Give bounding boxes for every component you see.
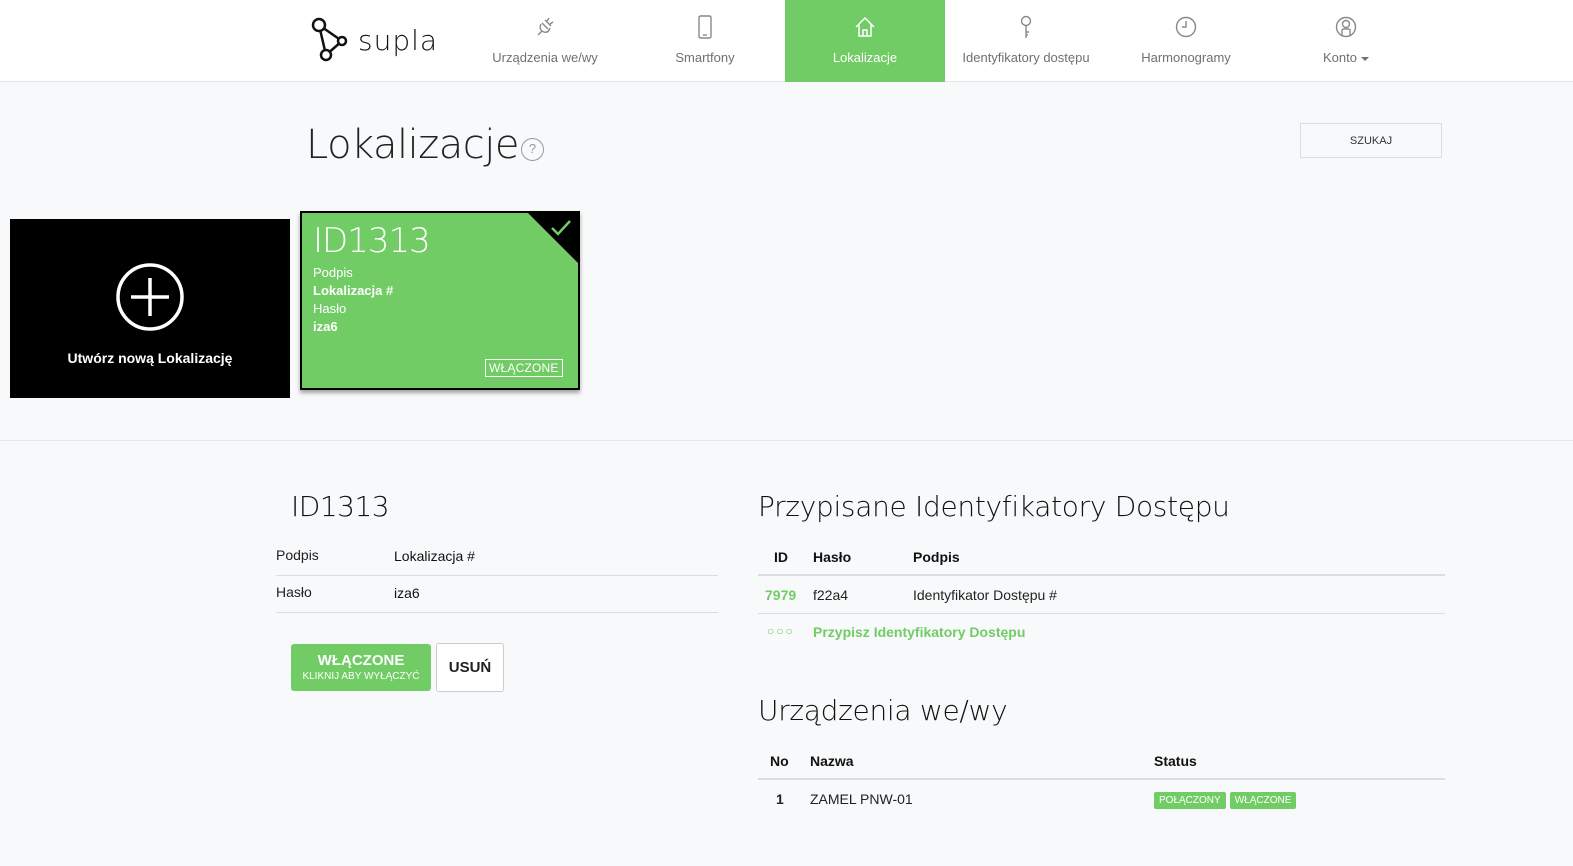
assign-access-ids-link[interactable]: Przypisz Identyfikatory Dostępu	[813, 624, 1025, 640]
status-badge: WŁĄCZONE	[485, 359, 563, 377]
brand-name: supla	[358, 23, 439, 57]
toggle-enabled-button[interactable]: WŁĄCZONE KLIKNIJ ABY WYŁĄCZYĆ	[291, 644, 431, 691]
col-status: Status	[1154, 753, 1197, 769]
create-location-tile[interactable]: Utwórz nową Lokalizację	[10, 219, 290, 398]
toggle-label: WŁĄCZONE	[317, 652, 405, 669]
create-location-label: Utwórz nową Lokalizację	[67, 350, 233, 366]
toggle-hint: KLIKNIJ ABY WYŁĄCZYĆ	[302, 671, 420, 682]
device-no: 1	[776, 791, 784, 807]
password-value: iza6	[313, 319, 338, 334]
nav-label: Harmonogramy	[1141, 50, 1231, 65]
more-dots-icon: ○○○	[767, 624, 795, 638]
detail-row-caption: Podpis Lokalizacja #	[276, 539, 718, 576]
status-badge-enabled: WŁĄCZONE	[1229, 792, 1297, 809]
nav-label: Urządzenia we/wy	[492, 50, 598, 65]
user-icon	[1335, 16, 1357, 38]
device-status: POŁĄCZONY WŁĄCZONE	[1154, 790, 1300, 809]
detail-row-password: Hasło iza6	[276, 576, 718, 613]
nav-item-account[interactable]: Konto	[1266, 0, 1426, 82]
nav-item-access-ids[interactable]: Identyfikatory dostępu	[946, 0, 1106, 82]
devices-header: No Nazwa Status	[758, 743, 1445, 780]
delete-button[interactable]: USUŃ	[436, 643, 504, 692]
location-id: ID1313	[313, 221, 431, 261]
device-name[interactable]: ZAMEL PNW-01	[810, 791, 913, 807]
col-caption: Podpis	[913, 549, 960, 565]
table-row[interactable]: 1 ZAMEL PNW-01 POŁĄCZONY WŁĄCZONE	[758, 781, 1445, 818]
detail-title: ID1313	[291, 490, 390, 523]
access-id-link[interactable]: 7979	[765, 587, 796, 603]
page-title: Lokalizacje	[306, 122, 519, 168]
caption-label: Podpis	[313, 265, 353, 280]
access-ids-title: Przypisane Identyfikatory Dostępu	[758, 490, 1230, 523]
devices-title: Urządzenia we/wy	[758, 694, 1008, 727]
home-icon	[855, 16, 875, 37]
assign-row: ○○○ Przypisz Identyfikatory Dostępu	[758, 614, 1445, 651]
nav-label: Lokalizacje	[832, 50, 898, 65]
detail-value[interactable]: iza6	[394, 585, 420, 601]
nav-item-schedules[interactable]: Harmonogramy	[1106, 0, 1266, 82]
col-no: No	[770, 753, 789, 769]
status-badge-connected: POŁĄCZONY	[1154, 792, 1226, 809]
search-button[interactable]: SZUKAJ	[1300, 123, 1442, 158]
access-caption: Identyfikator Dostępu #	[913, 587, 1057, 603]
nav-item-smartphones[interactable]: Smartfony	[625, 0, 785, 82]
col-name: Nazwa	[810, 753, 854, 769]
plus-circle-icon	[116, 263, 184, 331]
navbar: supla Urządzenia we/wy Smartfony Lokaliz…	[0, 0, 1573, 82]
plug-icon	[537, 17, 554, 36]
supla-logo-icon	[311, 17, 348, 62]
detail-value[interactable]: Lokalizacja #	[394, 548, 475, 564]
key-icon	[1020, 15, 1032, 38]
nav-label-account: Konto	[1323, 50, 1369, 65]
help-icon[interactable]: ?	[521, 138, 544, 161]
password-label: Hasło	[313, 301, 347, 316]
access-ids-header: ID Hasło Podpis	[758, 539, 1445, 576]
nav-label: Identyfikatory dostępu	[962, 50, 1090, 65]
table-row[interactable]: 7979 f22a4 Identyfikator Dostępu #	[758, 577, 1445, 614]
access-password: f22a4	[813, 587, 849, 603]
smartphone-icon	[698, 15, 712, 39]
clock-icon	[1175, 16, 1197, 38]
location-tile[interactable]: ID1313 Podpis Lokalizacja # Hasło iza6 W…	[300, 211, 580, 390]
logo[interactable]: supla	[310, 17, 438, 63]
col-id: ID	[774, 549, 788, 565]
nav-item-locations[interactable]: Lokalizacje	[785, 0, 945, 82]
nav-label: Smartfony	[675, 50, 735, 65]
checkmark-icon	[551, 220, 571, 236]
detail-label: Podpis	[276, 547, 319, 563]
col-password: Hasło	[813, 549, 852, 565]
section-divider	[0, 440, 1573, 441]
chevron-down-icon	[1360, 56, 1369, 61]
caption-value: Lokalizacja #	[313, 283, 394, 298]
nav-item-devices[interactable]: Urządzenia we/wy	[465, 0, 625, 82]
detail-label: Hasło	[276, 584, 312, 600]
